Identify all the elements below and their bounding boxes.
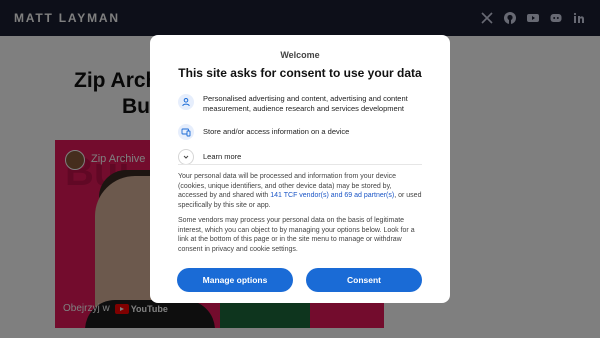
purpose-device-storage: Store and/or access information on a dev… xyxy=(178,124,428,140)
consent-dialog: Welcome This site asks for consent to us… xyxy=(150,35,450,303)
divider xyxy=(178,164,422,165)
dialog-headline: This site asks for consent to use your d… xyxy=(178,66,422,80)
learn-more-toggle[interactable]: Learn more xyxy=(178,149,428,165)
consent-button[interactable]: Consent xyxy=(306,268,422,292)
consent-paragraph-processing: Your personal data will be processed and… xyxy=(178,172,422,210)
vendors-link[interactable]: 141 TCF vendor(s) and 69 ad partner(s) xyxy=(270,192,394,199)
purpose-text: Store and/or access information on a dev… xyxy=(203,127,350,136)
purpose-personalised-ads: Personalised advertising and content, ad… xyxy=(178,94,428,114)
dialog-welcome: Welcome xyxy=(280,50,320,60)
device-icon xyxy=(178,124,194,140)
chevron-down-icon xyxy=(178,149,194,165)
consent-paragraph-legitimate-interest: Some vendors may process your personal d… xyxy=(178,217,415,253)
person-icon xyxy=(178,94,194,110)
learn-more-label: Learn more xyxy=(203,152,242,161)
manage-options-button[interactable]: Manage options xyxy=(177,268,293,292)
purpose-text: Personalised advertising and content, ad… xyxy=(203,94,408,113)
